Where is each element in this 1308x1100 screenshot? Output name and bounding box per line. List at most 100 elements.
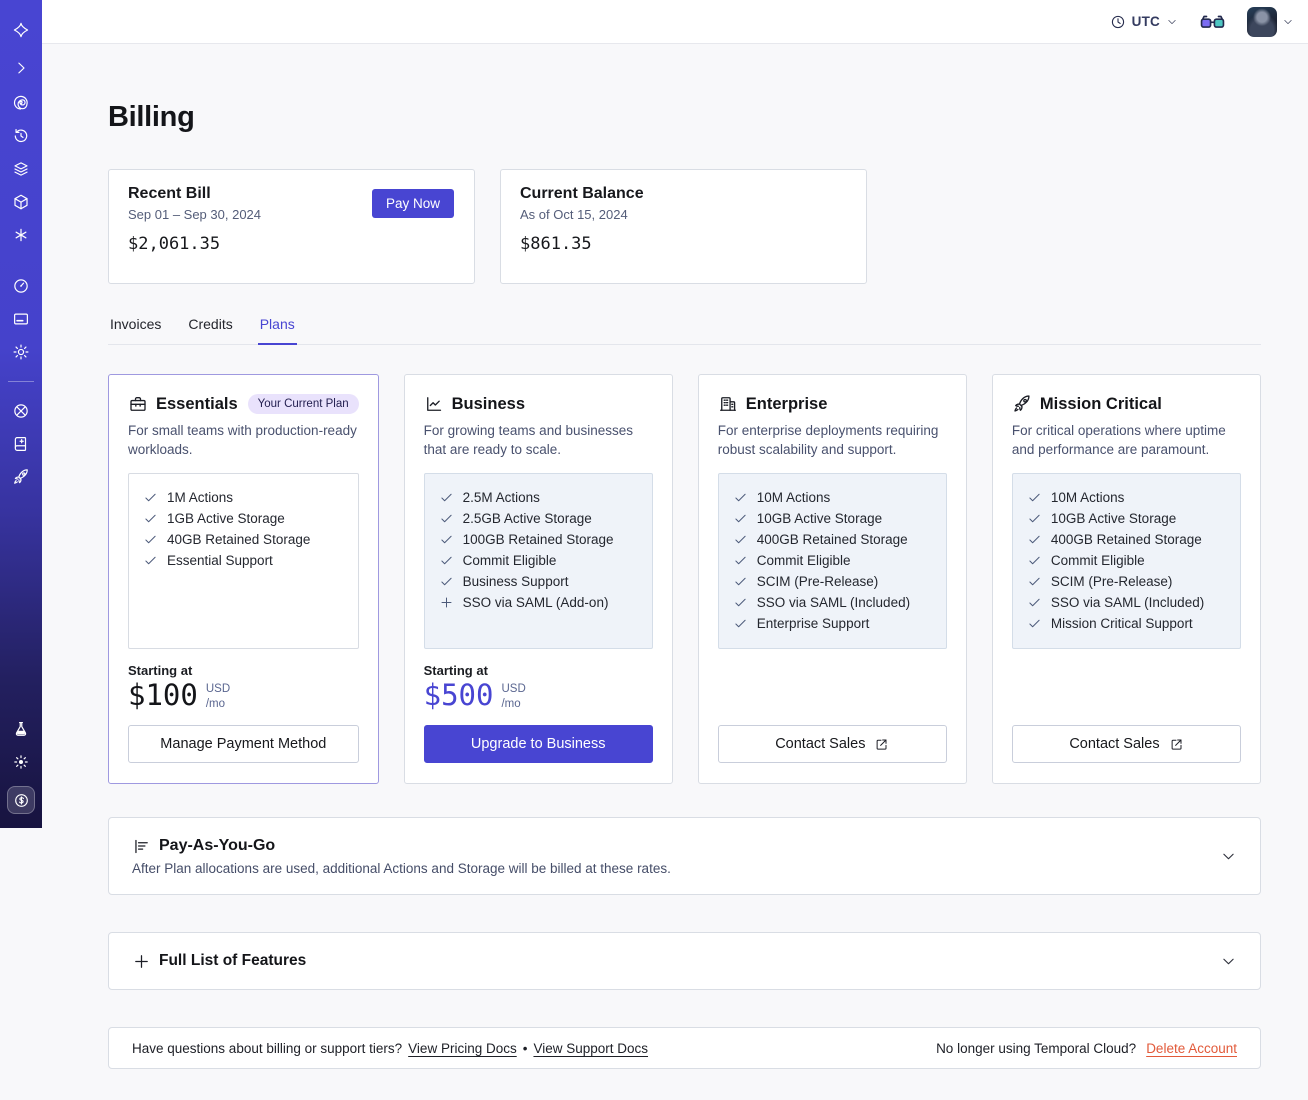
check-icon [733, 616, 748, 631]
schedules-timer-icon[interactable] [12, 127, 30, 145]
plan-feature-box: 10M Actions 10GB Active Storage 400GB Reta… [717, 473, 947, 649]
plan-description: For critical operations where uptime and… [1011, 423, 1226, 458]
plan-description: For small teams with production-ready wo… [128, 423, 357, 458]
plan-feature-item: Mission Critical Support [1027, 613, 1226, 634]
plan-feature-item: 100GB Retained Storage [439, 529, 638, 550]
chevron-down-icon [1220, 848, 1237, 865]
plan-feature-item: Commit Eligible [439, 550, 638, 571]
plan-feature-item: 10M Actions [733, 487, 932, 508]
view-pricing-docs-link[interactable]: View Pricing Docs [408, 1041, 517, 1056]
feature-text: SCIM (Pre-Release) [1050, 574, 1173, 589]
plan-price: Starting at $100 USD/mo [128, 663, 359, 711]
recent-bill-card: Recent Bill Sep 01 – Sep 30, 2024 $2,061… [108, 169, 475, 284]
plan-feature-item: 2.5M Actions [439, 487, 638, 508]
current-balance-amount: $861.35 [520, 234, 592, 254]
external-link-icon [874, 737, 889, 752]
getting-started-rocket-icon[interactable] [12, 468, 30, 486]
payg-description: After Plan allocations are used, additio… [132, 860, 671, 876]
full-features-accordion[interactable]: Full List of Features [108, 932, 1261, 990]
tab-invoices[interactable]: Invoices [108, 310, 163, 344]
feature-text: 2.5GB Active Storage [462, 511, 592, 526]
temporal-logo-icon[interactable] [12, 21, 30, 39]
delete-question: No longer using Temporal Cloud? [936, 1040, 1137, 1056]
mission-critical-action-button[interactable]: Contact Sales [1011, 725, 1242, 763]
chevron-down-icon [1166, 16, 1178, 28]
settings-gear-icon[interactable] [12, 343, 30, 361]
plan-name: Business [451, 394, 526, 413]
feature-text: 1GB Active Storage [167, 511, 285, 526]
feature-text: 10GB Active Storage [756, 511, 883, 526]
nexus-asterisk-icon[interactable] [12, 226, 30, 244]
check-icon [439, 532, 454, 547]
essentials-action-button[interactable]: Manage Payment Method [128, 725, 359, 763]
delete-account-link[interactable]: Delete Account [1146, 1041, 1237, 1056]
check-icon [1027, 595, 1042, 610]
support-circle-x-icon[interactable] [12, 402, 30, 420]
feature-text: Mission Critical Support [1050, 616, 1193, 631]
plan-feature-item: 1M Actions [143, 487, 344, 508]
plan-name: Enterprise [745, 394, 828, 413]
plan-feature-box: 1M Actions 1GB Active Storage 40GB Retaine… [128, 473, 359, 649]
feature-text: SSO via SAML (Add-on) [462, 595, 609, 610]
dev-glasses-icon[interactable] [1200, 14, 1225, 30]
pay-as-you-go-accordion[interactable]: Pay-As-You-Go After Plan allocations are… [108, 817, 1261, 895]
price-amount: $100 [128, 678, 198, 713]
tab-credits[interactable]: Credits [186, 310, 234, 344]
plan-description: For enterprise deployments requiring rob… [717, 423, 939, 458]
billing-card-icon[interactable] [12, 310, 30, 328]
building-icon [718, 394, 738, 414]
feature-text: 400GB Retained Storage [756, 532, 908, 547]
check-icon [439, 511, 454, 526]
billing-active-dollar-icon[interactable] [7, 786, 35, 814]
feature-text: Essential Support [167, 553, 273, 568]
view-support-docs-link[interactable]: View Support Docs [533, 1041, 648, 1056]
billing-tabs: Invoices Credits Plans [108, 310, 1261, 345]
feature-text: Commit Eligible [1050, 553, 1145, 568]
docs-book-icon[interactable] [12, 435, 30, 453]
plan-feature-item: Commit Eligible [1027, 550, 1226, 571]
namespaces-spiral-icon[interactable] [12, 94, 30, 112]
plan-price: Starting at $500 USD/mo [424, 663, 653, 711]
business-action-button[interactable]: Upgrade to Business [423, 725, 653, 763]
feature-text: Commit Eligible [756, 553, 851, 568]
check-icon [733, 490, 748, 505]
full-features-title: Full List of Features [159, 952, 307, 969]
enterprise-action-button[interactable]: Contact Sales [717, 725, 947, 763]
theme-sun-icon[interactable] [12, 753, 30, 771]
plan-feature-item: SSO via SAML (Included) [1027, 592, 1226, 613]
external-link-icon [1169, 737, 1184, 752]
pay-now-button[interactable]: Pay Now [371, 189, 454, 218]
chart-line-icon [424, 394, 444, 414]
price-unit: USD/mo [501, 683, 526, 710]
check-icon [143, 511, 158, 526]
plan-feature-box: 10M Actions 10GB Active Storage 400GB Reta… [1011, 473, 1242, 649]
deployments-layers-icon[interactable] [12, 160, 30, 178]
plan-name: Mission Critical [1039, 394, 1162, 413]
feature-text: Commit Eligible [462, 553, 557, 568]
check-icon [733, 511, 748, 526]
feature-text: 10M Actions [1050, 490, 1125, 505]
rocket-icon [1012, 394, 1032, 414]
feature-text: 100GB Retained Storage [462, 532, 614, 547]
usage-gauge-icon[interactable] [12, 277, 30, 295]
account-menu[interactable] [1247, 6, 1294, 37]
expand-chevron-icon[interactable] [12, 59, 30, 77]
labs-flask-icon[interactable] [12, 720, 30, 738]
check-icon [439, 553, 454, 568]
plan-feature-item: SSO via SAML (Add-on) [439, 592, 638, 613]
recent-bill-amount: $2,061.35 [128, 234, 221, 254]
page-title: Billing [108, 101, 195, 133]
plan-description: For growing teams and businesses that ar… [423, 423, 633, 458]
timezone-selector[interactable]: UTC [1110, 14, 1178, 30]
chevron-down-icon [1220, 953, 1237, 970]
feature-text: Business Support [462, 574, 569, 589]
tab-plans[interactable]: Plans [257, 310, 297, 345]
check-icon [733, 595, 748, 610]
price-amount: $500 [423, 678, 494, 713]
check-icon [733, 574, 748, 589]
packages-cube-icon[interactable] [12, 193, 30, 211]
check-icon [439, 574, 454, 589]
feature-text: 40GB Retained Storage [167, 532, 311, 547]
plan-card-enterprise: Enterprise For enterprise deployments re… [697, 374, 967, 784]
plan-card-business: Business For growing teams and businesse… [403, 374, 673, 784]
